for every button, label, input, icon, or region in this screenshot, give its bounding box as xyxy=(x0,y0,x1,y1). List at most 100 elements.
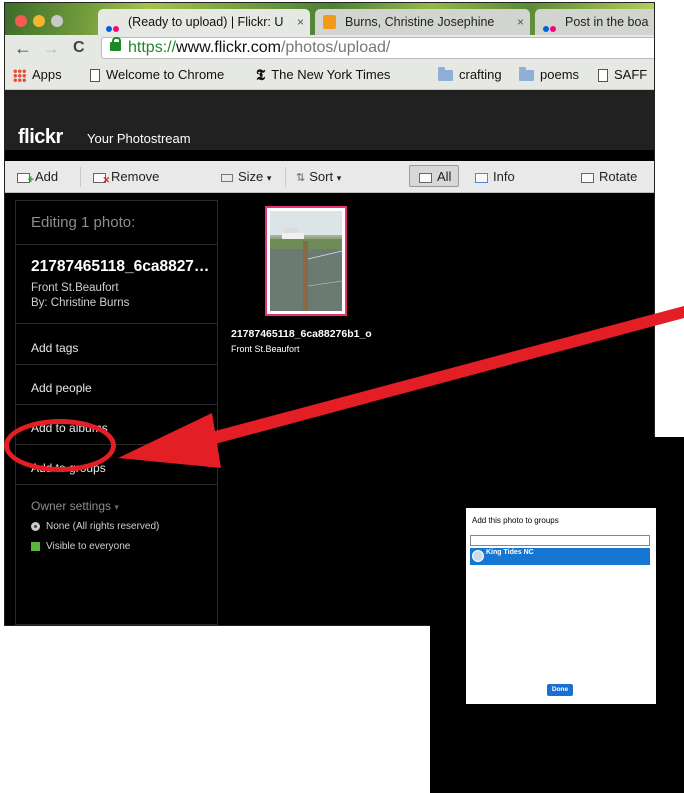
chevron-down-icon: ▾ xyxy=(336,173,342,183)
visibility-setting[interactable]: Visible to everyone xyxy=(31,541,130,552)
bookmark-poems[interactable]: poems xyxy=(519,67,579,83)
bookmark-welcome-to-chrome[interactable]: Welcome to Chrome xyxy=(90,67,224,83)
size-icon xyxy=(221,173,233,182)
bookmark-label: Welcome to Chrome xyxy=(106,67,225,82)
apps-grid-icon xyxy=(13,69,26,83)
tab-close-icon[interactable]: × xyxy=(297,9,304,35)
sidebar-divider xyxy=(16,404,217,405)
add-button-label: Add xyxy=(35,169,59,184)
page-icon xyxy=(90,69,100,83)
info-label: Info xyxy=(493,169,515,184)
tab-label: (Ready to upload) | Flickr: U xyxy=(128,15,284,29)
photo-title-field[interactable]: Front St.Beaufort xyxy=(31,282,119,294)
sort-icon: ⇅ xyxy=(296,172,306,184)
url-scheme: https:// xyxy=(128,39,177,56)
tab-flickr-post[interactable]: Post in the boa xyxy=(535,9,654,35)
flickr-favicon-icon xyxy=(543,15,559,32)
group-search-input[interactable] xyxy=(470,535,650,546)
nav-your-photostream[interactable]: Your Photostream xyxy=(87,131,191,146)
editing-sidebar: Editing 1 photo: 21787465118_6ca8827… Fr… xyxy=(15,200,218,625)
bookmark-label: Apps xyxy=(32,67,62,82)
back-button[interactable]: ← xyxy=(14,38,32,58)
url-path: /photos/upload/ xyxy=(280,39,391,56)
remove-button[interactable]: Remove xyxy=(93,169,160,188)
info-button[interactable]: Info xyxy=(475,169,515,185)
page-icon xyxy=(598,69,608,83)
chevron-down-icon: ▾ xyxy=(266,173,272,183)
flickr-favicon-icon xyxy=(106,15,122,32)
forward-button[interactable]: → xyxy=(42,38,60,58)
dialog-title: Add this photo to groups xyxy=(472,516,559,525)
bookmark-label: SAFF xyxy=(614,67,648,82)
rotate-button[interactable]: Rotate xyxy=(581,169,637,185)
add-button[interactable]: Add xyxy=(17,169,59,188)
thumbnail-title: Front St.Beaufort xyxy=(231,344,300,354)
bookmark-apps[interactable]: Apps xyxy=(13,67,62,83)
browser-tab-strip: (Ready to upload) | Flickr: U × Burns, C… xyxy=(5,3,654,35)
tab-flickr-upload[interactable]: (Ready to upload) | Flickr: U × xyxy=(98,9,310,35)
highlight-circle xyxy=(4,419,116,472)
photo-filename-field[interactable]: 21787465118_6ca8827… xyxy=(31,258,209,276)
bookmark-nyt[interactable]: 𝕿 The New York Times xyxy=(256,67,390,84)
reload-button[interactable]: C xyxy=(73,38,85,58)
bookmark-crafting[interactable]: crafting xyxy=(438,67,502,83)
uploadr-toolbar: Add Remove Size ▾ ⇅Sort ▾ All Info Rotat… xyxy=(5,161,654,193)
thumbnail-image xyxy=(270,211,342,311)
sidebar-divider xyxy=(16,484,217,485)
group-name: King Tides NC xyxy=(486,549,534,556)
sidebar-divider xyxy=(16,323,217,324)
tab-outlook-mail[interactable]: Burns, Christine Josephine × xyxy=(315,9,530,35)
browser-toolbar: ← → C https://www.flickr.com/photos/uplo… xyxy=(5,35,654,62)
size-dropdown[interactable]: Size ▾ xyxy=(221,169,271,186)
owner-settings-toggle[interactable]: Owner settings ▾ xyxy=(31,499,119,513)
rotate-icon xyxy=(581,172,594,183)
size-label: Size xyxy=(238,169,264,184)
license-setting[interactable]: None (All rights reserved) xyxy=(31,521,159,532)
add-people-link[interactable]: Add people xyxy=(31,381,92,395)
outlook-favicon-icon xyxy=(323,15,336,29)
owner-settings-label: Owner settings xyxy=(31,499,112,513)
nyt-icon: 𝕿 xyxy=(256,66,266,84)
license-label: None (All rights reserved) xyxy=(46,521,160,532)
select-all-label: All xyxy=(437,169,452,184)
add-to-groups-dialog: Add this photo to groups King Tides NC D… xyxy=(466,508,656,704)
sort-dropdown[interactable]: ⇅ Sort ▾ xyxy=(296,169,341,186)
photo-author: By: Christine Burns xyxy=(31,297,130,309)
sidebar-divider xyxy=(16,364,217,365)
bookmark-label: poems xyxy=(540,67,580,82)
group-list-item[interactable]: King Tides NC xyxy=(470,548,650,565)
add-photo-icon xyxy=(17,172,34,188)
sort-label: Sort xyxy=(309,169,334,184)
tab-label: Burns, Christine Josephine xyxy=(345,15,495,29)
group-avatar-icon xyxy=(472,550,484,562)
done-button[interactable]: Done xyxy=(547,684,573,696)
add-tags-link[interactable]: Add tags xyxy=(31,341,78,355)
visibility-label: Visible to everyone xyxy=(46,541,131,552)
remove-button-label: Remove xyxy=(111,169,160,184)
info-icon xyxy=(475,172,488,183)
zoom-window-button[interactable] xyxy=(51,15,63,27)
photo-thumbnail[interactable] xyxy=(265,206,347,316)
select-all-icon xyxy=(419,172,432,183)
thumbnail-filename: 21787465118_6ca88276b1_o xyxy=(231,328,372,340)
toolbar-divider xyxy=(285,167,286,187)
folder-icon xyxy=(519,67,534,82)
copyright-icon xyxy=(31,521,40,531)
minimize-window-button[interactable] xyxy=(33,15,45,27)
bookmark-label: The New York Times xyxy=(271,67,391,82)
bookmark-saff[interactable]: SAFF xyxy=(598,67,647,83)
select-all-button[interactable]: All xyxy=(419,169,451,185)
flickr-logo[interactable]: flickr xyxy=(18,126,63,149)
tab-label: Post in the boa xyxy=(565,15,649,29)
tab-close-icon[interactable]: × xyxy=(517,9,524,35)
thumbnail-scene xyxy=(270,211,342,311)
bookmarks-bar: Apps Welcome to Chrome 𝕿 The New York Tim… xyxy=(5,62,654,90)
folder-icon xyxy=(438,67,453,82)
remove-photo-icon xyxy=(93,172,110,188)
chevron-down-icon: ▾ xyxy=(114,502,119,512)
address-bar[interactable]: https://www.flickr.com/photos/upload/ xyxy=(101,37,654,59)
lock-icon xyxy=(110,37,121,51)
close-window-button[interactable] xyxy=(15,15,27,27)
visibility-icon xyxy=(31,541,40,551)
rotate-label: Rotate xyxy=(599,169,638,184)
